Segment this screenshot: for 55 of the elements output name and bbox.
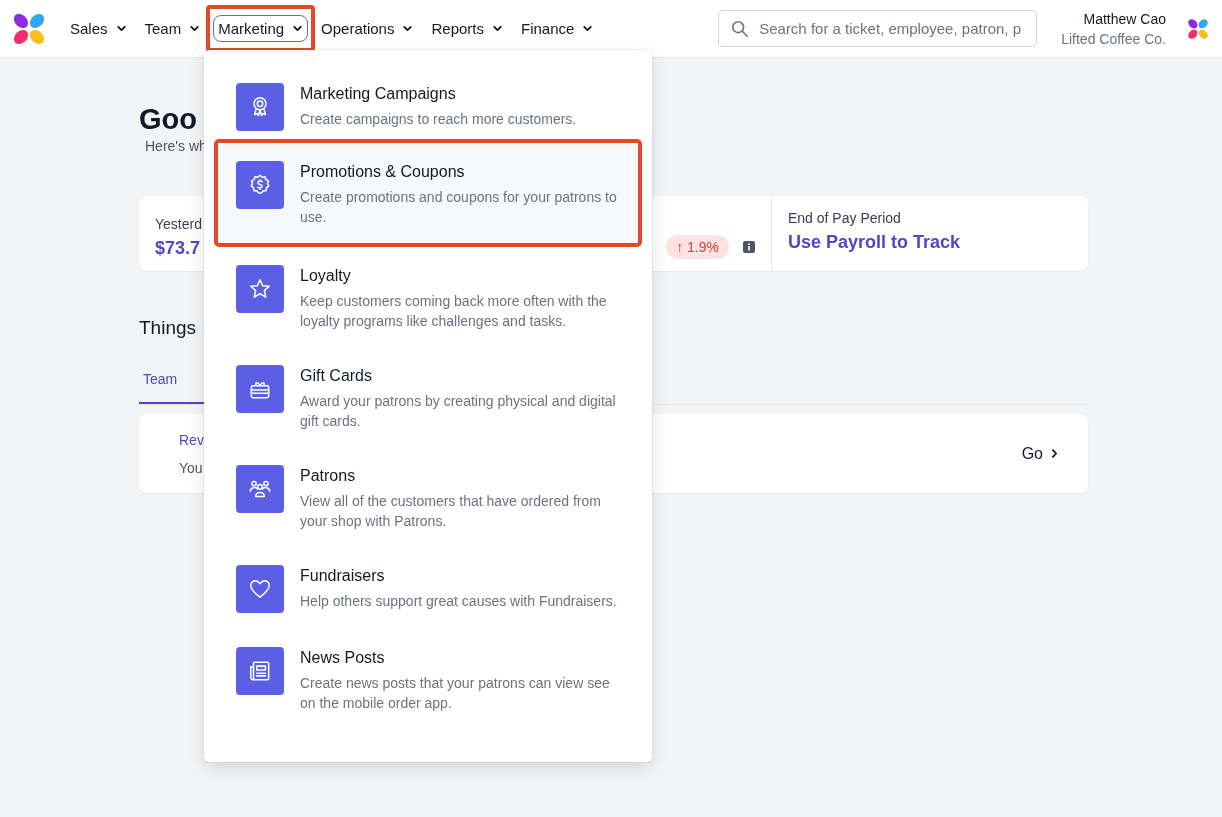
dollar-badge-icon — [236, 161, 284, 209]
task-description: You — [179, 459, 204, 476]
menu-item-title: Patrons — [300, 466, 357, 486]
chevron-down-icon — [582, 23, 594, 34]
nav-menu[interactable]: Reports — [426, 15, 508, 42]
search-field[interactable]: Search for a ticket, employee, patron, p — [718, 10, 1038, 47]
user-name: Matthew Cao — [1083, 9, 1166, 29]
menu-item-description: Create promotions and coupons for your patrons to use. — [300, 188, 618, 227]
newspaper-icon — [236, 647, 284, 695]
menu-item-description: Award your patrons by creating physical and digital gift cards. — [300, 392, 617, 431]
search-icon — [731, 20, 750, 38]
chevron-down-icon — [189, 23, 201, 34]
stat-label: End of Pay Period — [788, 210, 902, 226]
task-title[interactable]: Rev — [179, 431, 204, 448]
change-badge: ↑ 1.9% — [666, 235, 729, 259]
menu-item-description: View all of the customers that have ordered from your shop with Patrons. — [300, 492, 602, 531]
people-icon — [236, 465, 284, 513]
info-icon[interactable] — [743, 241, 755, 253]
gift-card-icon — [236, 365, 284, 413]
section-heading: Things — [139, 317, 197, 339]
menu-item[interactable]: News Posts Create news posts that your patrons can view see on the mobile order app. — [218, 629, 638, 729]
menu-item-description: Create news posts that your patrons can view see on the mobile order app. — [300, 674, 611, 713]
chevron-down-icon — [292, 23, 304, 34]
menu-item-title: Gift Cards — [300, 366, 373, 386]
go-link[interactable]: Go — [1021, 444, 1060, 463]
menu-item[interactable]: Gift Cards Award your patrons by creating physical and digital gift cards. — [218, 347, 638, 447]
menu-item[interactable]: Loyalty Keep customers coming back more often with the loyalty programs like challenges and tasks. — [218, 247, 638, 347]
menu-item-title: Promotions & Coupons — [300, 162, 466, 182]
nav-menu[interactable]: Finance — [516, 15, 599, 42]
logo-icon — [12, 11, 46, 46]
menu-item-description: Help others support great causes with Fundraisers. — [300, 592, 618, 611]
menu-item-title: Loyalty — [300, 266, 352, 286]
menu-item-description: Keep customers coming back more often with the loyalty programs like challenges and tasks. — [300, 292, 608, 331]
nav-menu[interactable]: Sales — [65, 15, 132, 42]
award-icon — [236, 83, 284, 131]
menu-item-description: Create campaigns to reach more customers. — [300, 110, 578, 129]
nav-menu[interactable]: Team — [139, 15, 206, 42]
nav-menu[interactable]: Marketing — [213, 15, 309, 42]
menu-item[interactable]: Fundraisers Help others support great causes with Fundraisers. — [218, 547, 638, 629]
stat-label: Yesterd — [155, 216, 202, 232]
chevron-down-icon — [492, 23, 503, 34]
company-name: Lifted Coffee Co. — [1061, 29, 1166, 49]
greeting-heading: Goo — [139, 102, 197, 136]
logo-icon — [1187, 17, 1209, 40]
menu-item-title: Fundraisers — [300, 566, 386, 586]
menu-item-title: Marketing Campaigns — [300, 84, 457, 104]
chevron-down-icon — [115, 23, 127, 34]
menu-item-title: News Posts — [300, 648, 386, 668]
nav-menu[interactable]: Operations — [316, 15, 419, 42]
chevron-down-icon — [402, 23, 414, 34]
menu-item[interactable]: Patrons View all of the customers that have ordered from your shop with Patrons. — [218, 447, 638, 547]
stat-value: $73.7 — [155, 238, 202, 259]
stat-link[interactable]: Use Payroll to Track — [788, 232, 1072, 253]
menu-item[interactable]: Promotions & Coupons Create promotions and coupons for your patrons to use. — [218, 143, 638, 243]
chevron-right-icon — [1049, 448, 1060, 459]
